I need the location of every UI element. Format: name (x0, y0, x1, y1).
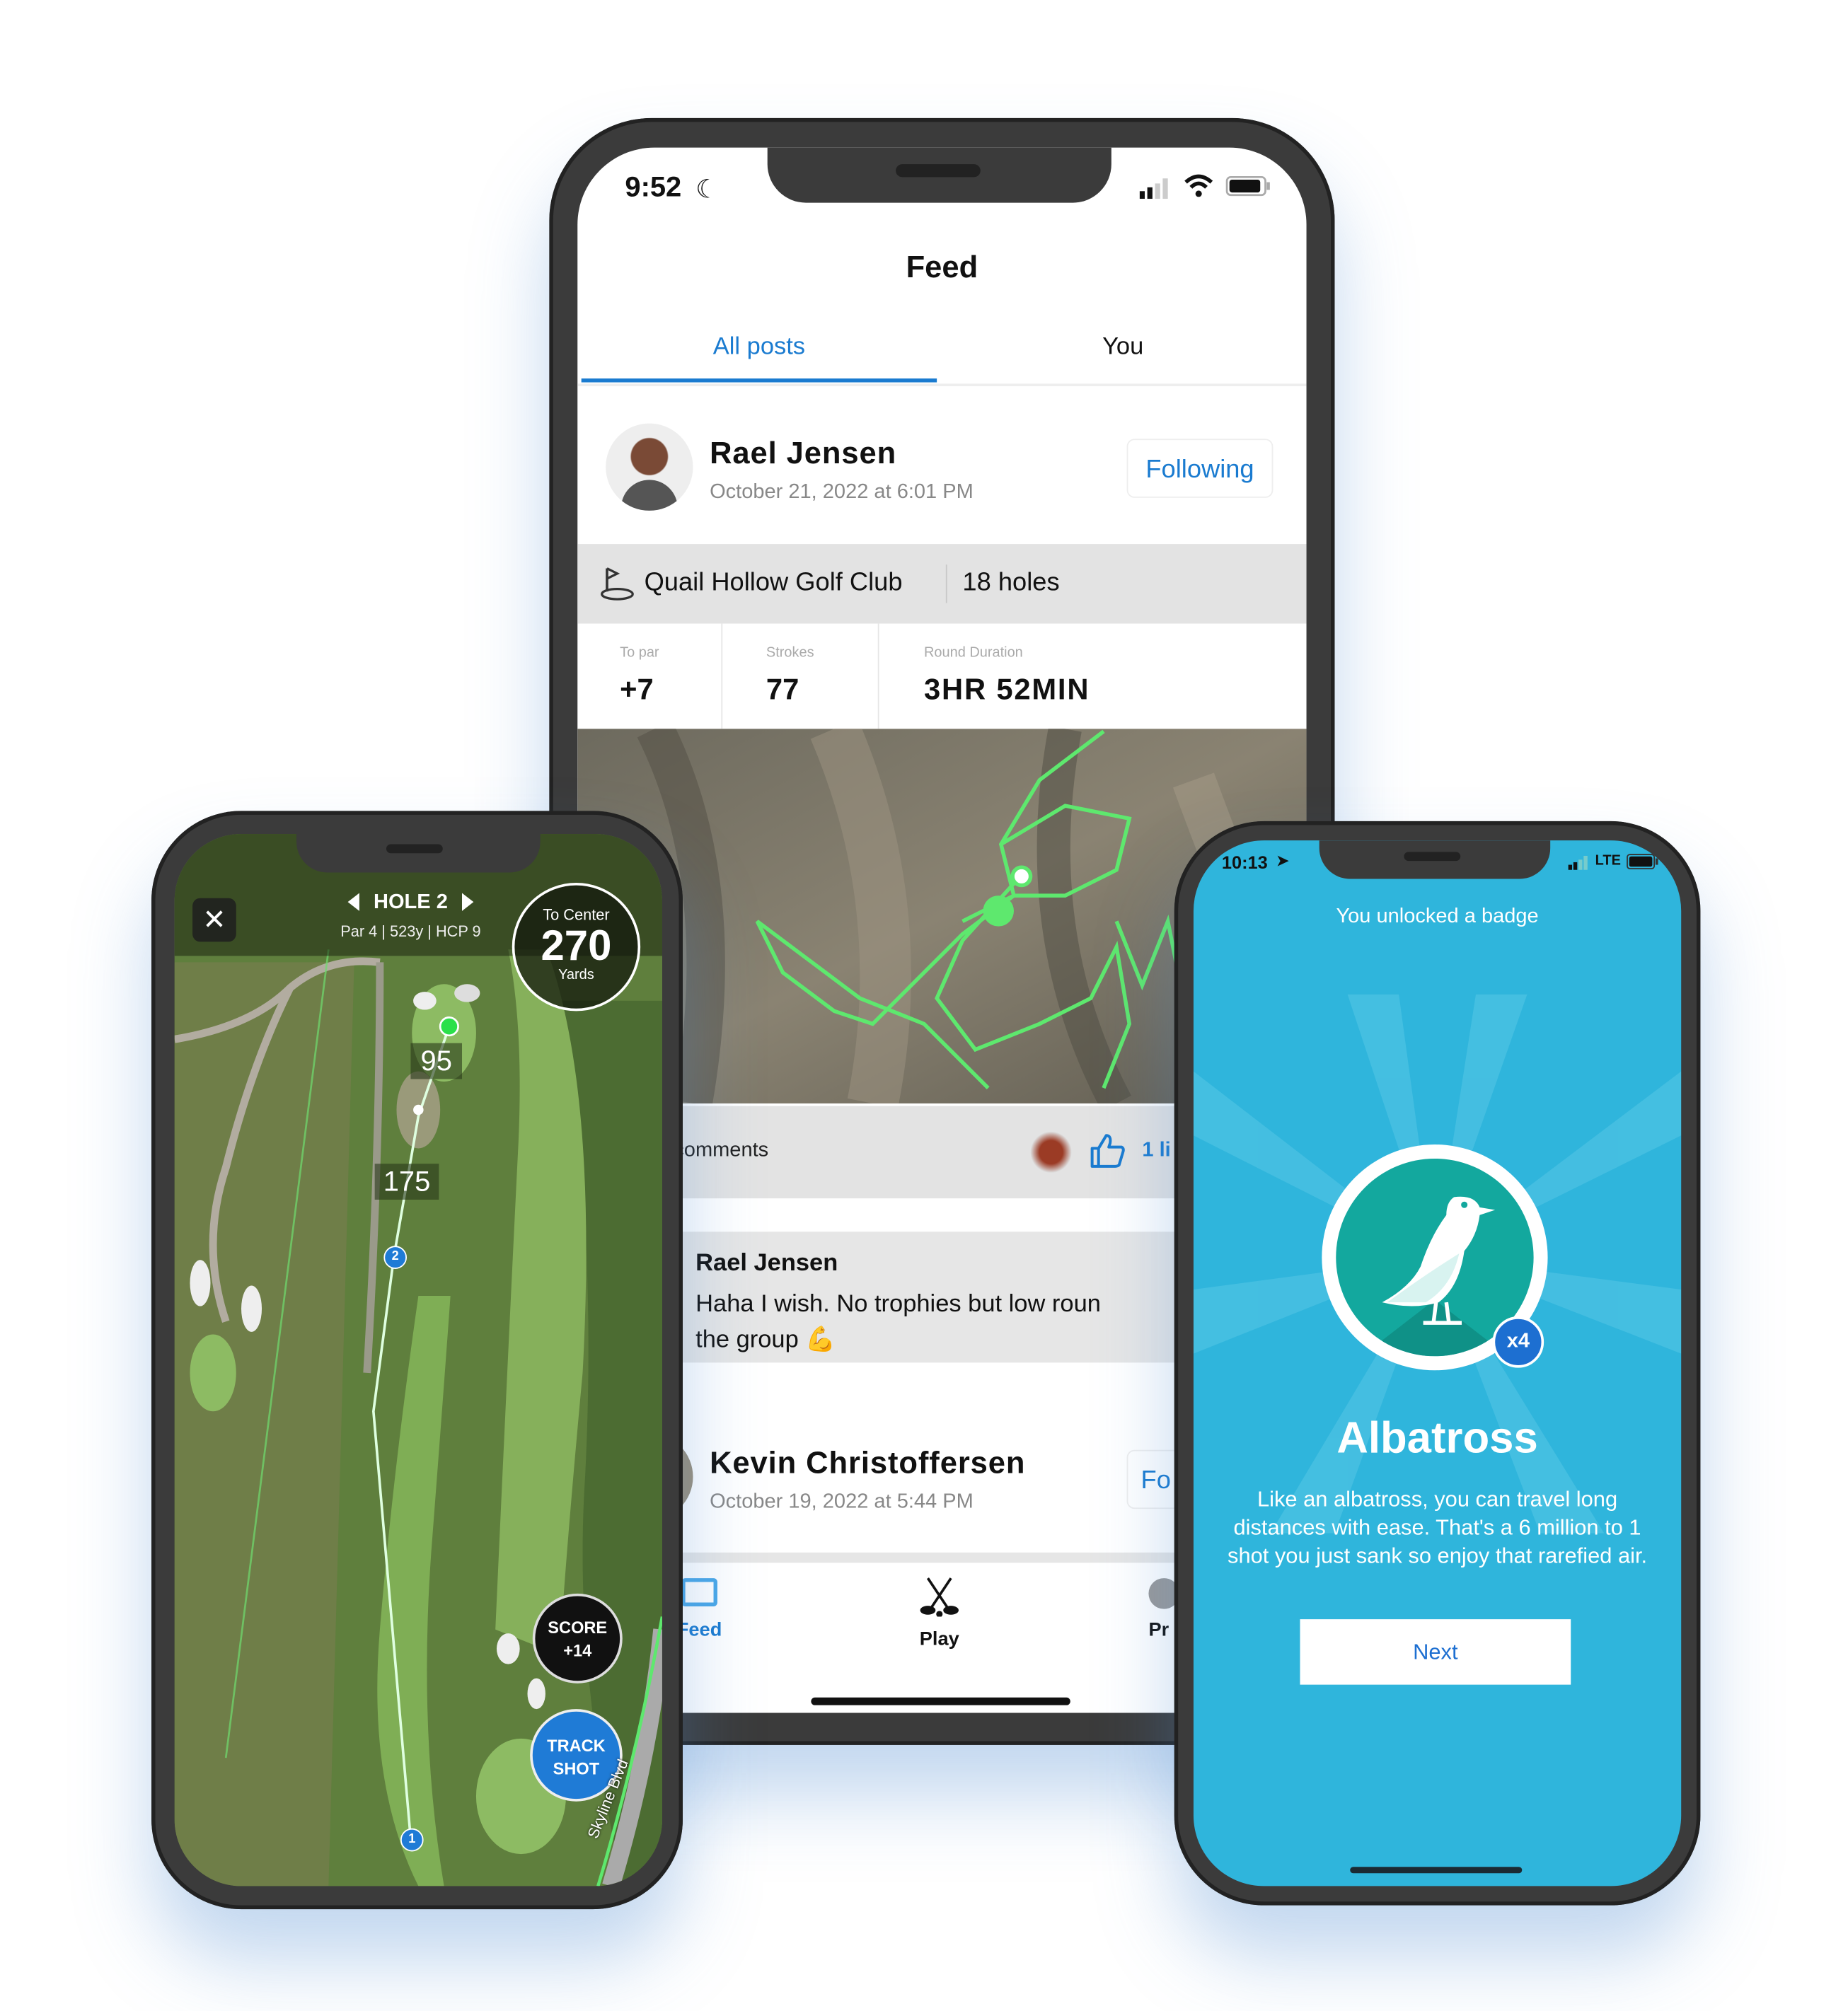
stat-divider (721, 623, 723, 729)
to-center-unit: Yards (558, 967, 594, 983)
map-flag-marker (983, 896, 1014, 927)
moon-icon: ☾ (695, 175, 719, 204)
page-title: Feed (906, 250, 978, 285)
hole-title: HOLE 2 (374, 891, 448, 914)
flag-icon (439, 1016, 459, 1037)
avatar[interactable] (606, 423, 693, 511)
badge-name: Albatross (1336, 1413, 1538, 1463)
comments-count[interactable]: comments (674, 1140, 768, 1163)
post-date: October 21, 2022 at 6:01 PM (710, 481, 974, 504)
stat-value: 3HR 52MIN (924, 672, 1090, 706)
distance-label: 175 (374, 1164, 439, 1200)
likes-count[interactable]: 1 li (1142, 1140, 1170, 1163)
shot-marker[interactable]: 2 (383, 1246, 408, 1269)
feed-icon (681, 1578, 717, 1607)
status-time: 9:52 (625, 170, 682, 203)
stat-label: Round Duration (924, 645, 1023, 661)
notch (767, 147, 1111, 203)
stat-value: 77 (766, 672, 799, 706)
track-label: TRACK (547, 1736, 606, 1756)
stat-label: To par (620, 645, 659, 661)
signal-icon (1568, 855, 1588, 870)
gps-phone-frame: ✕ HOLE 2 Par 4 | 523y | HCP 9 To Center … (151, 811, 683, 1910)
badge-header: You unlocked a badge (1336, 905, 1539, 928)
comment-author[interactable]: Rael Jensen (695, 1250, 838, 1278)
gps-screen: ✕ HOLE 2 Par 4 | 523y | HCP 9 To Center … (174, 834, 662, 1887)
notch (296, 834, 541, 873)
nav-label: Play (919, 1628, 959, 1650)
course-name[interactable]: Quail Hollow Golf Club (645, 569, 903, 598)
post-author[interactable]: Kevin Christoffersen (710, 1446, 1025, 1482)
hole-info: Par 4 | 523y | HCP 9 (340, 922, 481, 941)
badge-screen: 10:13 ➤ LTE You unlocked a badge x4 Alba… (1193, 840, 1682, 1887)
score-button[interactable]: SCORE +14 (532, 1593, 623, 1683)
golf-clubs-icon (920, 1577, 959, 1618)
stat-divider (877, 623, 879, 729)
close-button[interactable]: ✕ (192, 898, 236, 942)
nav-play[interactable]: Play (875, 1575, 1003, 1650)
shot-marker[interactable]: 1 (400, 1828, 424, 1852)
stat-value: +7 (620, 672, 654, 706)
post-author[interactable]: Rael Jensen (710, 436, 896, 473)
following-button[interactable]: Following (1126, 439, 1274, 498)
home-indicator (811, 1697, 1070, 1705)
badge-count: x4 (1492, 1316, 1544, 1368)
notch (1319, 840, 1551, 879)
wifi-icon (1184, 174, 1213, 197)
status-time: 10:13 (1221, 852, 1268, 873)
location-arrow-icon: ➤ (1276, 850, 1290, 870)
home-indicator (1350, 1867, 1523, 1874)
golf-flag-icon (601, 567, 634, 601)
tab-you[interactable]: You (942, 334, 1304, 362)
next-hole-icon[interactable] (462, 893, 474, 911)
to-center-value: 270 (541, 921, 612, 969)
liker-avatar (1030, 1131, 1072, 1173)
battery-icon (1225, 175, 1270, 197)
signal-icon (1139, 178, 1168, 199)
post-date: October 19, 2022 at 5:44 PM (710, 1490, 974, 1513)
battery-icon (1627, 854, 1658, 869)
network-type: LTE (1595, 853, 1621, 869)
tab-underline (581, 378, 937, 383)
course-bar: Quail Hollow Golf Club 18 holes (577, 544, 1307, 624)
to-center-distance[interactable]: To Center 270 Yards (512, 882, 641, 1012)
badge-description: Like an albatross, you can travel long d… (1228, 1487, 1648, 1568)
course-divider (945, 564, 947, 603)
stat-label: Strokes (766, 645, 814, 661)
next-button[interactable]: Next (1300, 1619, 1571, 1685)
course-holes: 18 holes (962, 568, 1060, 597)
distance-label: 95 (410, 1043, 463, 1079)
badge-phone-frame: 10:13 ➤ LTE You unlocked a badge x4 Alba… (1174, 821, 1701, 1906)
tab-divider (577, 383, 1307, 386)
score-value: +14 (563, 1640, 592, 1661)
thumbs-up-icon[interactable] (1088, 1132, 1126, 1170)
close-icon: ✕ (202, 903, 226, 936)
score-label: SCORE (548, 1618, 608, 1638)
tab-all-posts[interactable]: All posts (582, 334, 937, 362)
comment-text: the group 💪 (695, 1326, 836, 1354)
comment-text: Haha I wish. No trophies but low roun (695, 1290, 1101, 1318)
